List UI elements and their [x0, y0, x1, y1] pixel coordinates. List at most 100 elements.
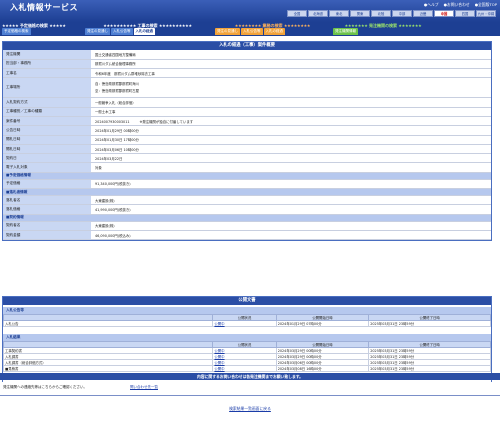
- row-label: 発注機関: [3, 50, 91, 60]
- docs-title: 公開文書: [3, 297, 491, 305]
- docs-table: 公開状況 公開開始日時 公開終了日時 入札公告 公開中 2024年01月29日 07時00…: [2, 314, 491, 327]
- star-icon: ★★★★★★★★: [283, 22, 311, 28]
- doc-status-link[interactable]: 公開中: [212, 320, 277, 327]
- star-icon: ★★★★★★★★★★: [158, 22, 192, 28]
- case-summary-panel: 入札の経過（工事）案件概要 発注機関 国土交通省四国地方整備局 担当部・事務所 那賀川…: [2, 41, 492, 242]
- row-value-text: 那賀川ダム統合管理事務所: [95, 62, 136, 67]
- region-tab[interactable]: 中部: [392, 10, 412, 17]
- region-tabs: 全国 北海道 東北 関東 北陸 中部 近畿 中国 四国 九州・沖縄: [287, 10, 496, 17]
- row-label: 契約者名: [3, 221, 91, 231]
- doc-status-link[interactable]: 公開中: [212, 365, 277, 372]
- summary-row: 案件番号 2024007930003011 ※発注機関が独自に付番しています: [3, 116, 491, 127]
- doc-end: 2025年03月31日 23時59分: [368, 320, 491, 327]
- nav-group: ★★★★★ 予定価格の検索 ★★★★★ 予定価格の検索: [2, 22, 66, 36]
- nav-group-label: 発注機関の検索: [367, 22, 399, 28]
- nav-button[interactable]: 発注の見通し: [85, 28, 110, 35]
- nav-button[interactable]: 入札の経過: [263, 28, 285, 35]
- nav-group: ★★★★★★★★ 業務の検索 ★★★★★★★★ 発注の見通し 入札公告等 入札の経過: [215, 22, 330, 36]
- doc-start: 2024年01月29日 07時00分: [275, 320, 370, 327]
- contact-list-link[interactable]: 問い合わせ先一覧: [130, 385, 158, 390]
- row-label: 契約日: [3, 153, 91, 164]
- row-value-text: 大東建設(株): [95, 198, 115, 203]
- region-tab[interactable]: 近畿: [413, 10, 433, 17]
- nav-button[interactable]: 予定価格の検索: [2, 28, 31, 35]
- nav-button[interactable]: 発注機関情報: [333, 28, 358, 35]
- row-value: 41,990,000円(税抜き): [91, 204, 491, 215]
- row-value: 2024年01月30日 17時00分: [91, 135, 491, 145]
- summary-row: 工事種別／工事の種類 一般土木工事: [3, 107, 491, 118]
- row-value-text: 一般土木工事: [95, 110, 116, 115]
- region-tab[interactable]: 関東: [350, 10, 370, 17]
- nav-group: ★★★★★★★ 発注機関の検索 ★★★★★★★ 発注機関情報: [333, 22, 433, 36]
- nav-button[interactable]: 入札の経過: [133, 28, 155, 35]
- row-value: 国土交通省四国地方整備局: [91, 50, 491, 60]
- national-top-link[interactable]: ●全国版TOP: [475, 2, 497, 8]
- region-tab[interactable]: 全国: [287, 10, 307, 17]
- row-label: 予定価格: [3, 179, 91, 190]
- docs-row: 入札公告 公開中 2024年01月29日 07時00分 2025年03月31日 23時…: [2, 320, 491, 327]
- star-icon: ★★★★★★★: [398, 22, 422, 28]
- star-icon: ★★★★★★★★: [234, 22, 262, 28]
- row-label: 工事名: [3, 68, 91, 79]
- back-to-results-link[interactable]: 検索結果一覧画面に戻る: [0, 406, 500, 412]
- section-title: ■予定価格情報: [3, 172, 491, 180]
- star-icon: ★★★★★: [49, 22, 66, 28]
- row-value: 令和6年度 那賀川ダム群堆砂除去工事: [91, 68, 491, 79]
- case-summary-table: 発注機関 国土交通省四国地方整備局 担当部・事務所 那賀川ダム統合管理事務所 工事名 令和…: [3, 50, 491, 241]
- row-value-text: 41,990,000円(税抜き): [95, 208, 131, 212]
- summary-row: 担当部・事務所 那賀川ダム統合管理事務所: [3, 59, 491, 70]
- row-value: 自：徳島県那賀郡那賀町海川 至：徳島県那賀郡那賀町古屋: [91, 77, 491, 99]
- row-label: 工事種別／工事の種類: [3, 107, 91, 118]
- region-tab[interactable]: 北陸: [371, 10, 391, 17]
- contact-row: 発注機関への連絡先等はこちらからご確認ください。 問い合わせ先一覧: [0, 382, 500, 396]
- doc-name: 入札公告: [2, 320, 214, 327]
- row-value-text: 大東建設(株): [95, 224, 115, 229]
- region-tab[interactable]: 東北: [329, 10, 349, 17]
- nav-group: ★★★★★★★★★★ 工事の検索 ★★★★★★★★★★ 発注の見通し 入札公告等 入札…: [85, 22, 210, 36]
- docs-section-title: 入札結果: [3, 334, 491, 341]
- row-value-text: 一般競争入札（総合評価）: [95, 101, 136, 106]
- row-value: 一般競争入札（総合評価）: [91, 97, 491, 108]
- summary-row: 開札日時 2024年01月30日 17時00分: [3, 135, 491, 145]
- row-label: 公告日時: [3, 125, 91, 136]
- row-value: 2024年03月22日: [91, 153, 491, 164]
- nav-group-label: 工事の検索: [136, 22, 159, 28]
- contact-link[interactable]: ●お問い合わせ: [444, 2, 470, 8]
- nav-button[interactable]: 入札公告等: [241, 28, 263, 35]
- summary-row: 契約者名 大東建設(株): [3, 221, 491, 231]
- summary-row: 落札価格 41,990,000円(税抜き): [3, 204, 491, 215]
- summary-row: 予定価格 91,340,000円(税抜き): [3, 179, 491, 190]
- section-row: ■契約情報: [3, 214, 491, 222]
- site-header: 入札情報サービス ●ヘルプ ●お問い合わせ ●全国版TOP 全国 北海道 東北 関東北…: [0, 0, 500, 22]
- row-value-text: 令和6年度 那賀川ダム群堆砂除去工事: [95, 71, 155, 76]
- row-label: 電子入札対象: [3, 162, 91, 173]
- nav-button[interactable]: 発注の見通し: [215, 28, 240, 35]
- row-label: 担当部・事務所: [3, 59, 91, 70]
- row-value: 大東建設(株): [91, 221, 491, 231]
- region-tab[interactable]: 北海道: [308, 10, 328, 17]
- row-value-text: 2024年03月06日 10時00分: [95, 147, 139, 152]
- summary-row: 工事名 令和6年度 那賀川ダム群堆砂除去工事: [3, 68, 491, 79]
- region-tab[interactable]: 四国: [455, 10, 475, 17]
- row-value: 一般土木工事: [91, 107, 491, 118]
- nav-group-label: 業務の検索: [261, 22, 284, 28]
- row-value-text: 2024年03月22日: [95, 156, 123, 161]
- section-title: ■落札者情報: [3, 188, 491, 197]
- nav-button[interactable]: 入札公告等: [111, 28, 133, 35]
- section-row: ■落札者情報: [3, 188, 491, 197]
- row-value-line: 自：徳島県那賀郡那賀町海川: [95, 81, 140, 86]
- help-link[interactable]: ●ヘルプ: [424, 2, 439, 8]
- star-icon: ★★★★★: [2, 22, 19, 28]
- section-title: ■契約情報: [3, 214, 491, 222]
- row-value: 2024年03月06日 10時00分: [91, 144, 491, 155]
- region-tab[interactable]: 中国: [434, 10, 454, 17]
- site-title[interactable]: 入札情報サービス: [10, 2, 78, 13]
- row-label: 開札日時: [3, 144, 91, 155]
- row-value: 大東建設(株): [91, 195, 491, 206]
- summary-row: 公告日時 2024年01月29日 00時00分: [3, 125, 491, 136]
- row-label: 工事場所: [3, 77, 91, 99]
- doc-start: 2024年03月08日 16時00分: [275, 365, 370, 372]
- docs-row: ■見積書 公開中 2024年03月08日 16時00分 2025年03月31日 23時…: [2, 365, 491, 372]
- contact-notice-bar: 内容に関するお問い合わせは各発注機関までお願い致します。: [0, 373, 500, 380]
- region-tab[interactable]: 九州・沖縄: [476, 10, 496, 17]
